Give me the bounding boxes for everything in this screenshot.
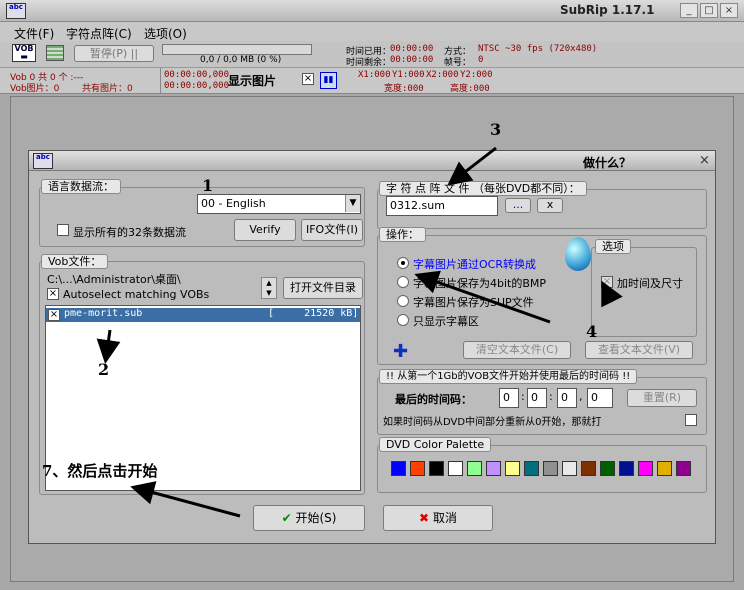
annotation-1: 1 [202, 176, 214, 195]
annotation-2: 2 [98, 360, 110, 379]
annotation-overlay [96, 146, 623, 518]
annotation-arrow [414, 270, 551, 324]
annotation-7: 7、然后点击开始 [42, 462, 158, 480]
annotation-4: 4 [586, 322, 598, 341]
annotation-arrow [96, 329, 121, 364]
annotation-3: 3 [490, 120, 502, 139]
annotation-arrow [601, 280, 623, 308]
annotation-arrow [130, 481, 241, 518]
annotation-arrow [447, 146, 497, 186]
